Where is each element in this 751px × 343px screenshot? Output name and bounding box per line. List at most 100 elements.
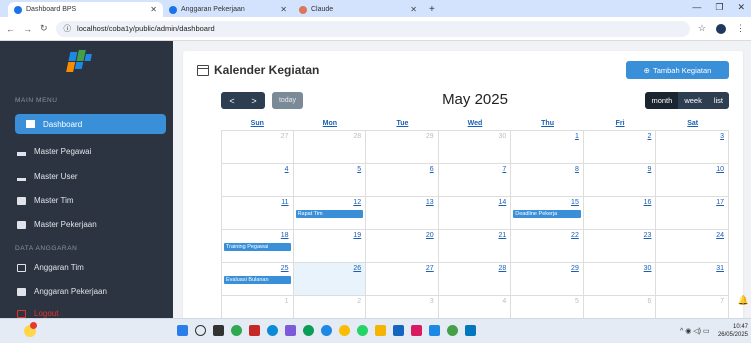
day-cell[interactable]: 27 [366,263,439,295]
add-activity-button[interactable]: ⊕ Tambah Kegiatan [626,61,729,79]
browser-tab-anggaran[interactable]: Anggaran Pekerjaan ✕ [163,2,293,17]
day-cell[interactable]: 1 [511,131,584,163]
app-icon[interactable] [303,325,314,336]
notification-bell-icon[interactable]: 🔔 [738,295,749,306]
sidebar-item-dashboard[interactable]: Dashboard [15,114,166,134]
browser-menu-icon[interactable]: ⋮ [736,23,745,34]
day-cell[interactable]: 6 [366,164,439,196]
event-rapat-tim[interactable]: Rapat Tim [295,210,364,218]
day-cell[interactable]: 30 [584,263,657,295]
day-cell[interactable]: 3 [366,296,439,318]
day-cell[interactable]: 20 [366,230,439,262]
day-cell[interactable]: 18 Training Pegawai [221,230,294,262]
day-cell-today[interactable]: 26 [293,263,367,295]
sidebar-item-logout[interactable]: Logout [17,309,58,318]
day-number[interactable]: 17 [716,199,724,206]
file-explorer-icon[interactable] [375,325,386,336]
start-icon[interactable] [177,325,188,336]
reload-icon[interactable]: ↻ [40,23,48,34]
day-cell[interactable]: 31 [656,263,729,295]
sidebar-item-anggaran-tim[interactable]: Anggaran Tim [17,263,84,272]
task-view-icon[interactable] [213,325,224,336]
tab-close-icon[interactable]: ✕ [280,5,287,14]
sidebar-item-master-pegawai[interactable]: Master Pegawai [17,147,91,156]
day-number[interactable]: 27 [426,265,434,272]
day-cell[interactable]: 30 [439,131,512,163]
tab-close-icon[interactable]: ✕ [150,5,157,14]
day-cell[interactable]: 1 [221,296,294,318]
day-number[interactable]: 3 [720,133,724,140]
view-list-button[interactable]: list [707,92,729,109]
day-cell[interactable]: 12 Rapat Tim [294,197,367,229]
day-number[interactable]: 4 [285,166,289,173]
whatsapp-icon[interactable] [357,325,368,336]
day-cell[interactable]: 4 [439,296,512,318]
prev-month-button[interactable]: < [221,92,243,109]
day-number[interactable]: 1 [575,133,579,140]
day-number[interactable]: 13 [426,199,434,206]
view-month-button[interactable]: month [645,92,679,109]
day-number[interactable]: 29 [571,265,579,272]
day-number[interactable]: 11 [281,199,288,206]
day-cell[interactable]: 7 [656,296,729,318]
day-cell[interactable]: 22 [511,230,584,262]
day-cell[interactable]: 2 [294,296,367,318]
day-cell[interactable]: 29 [511,263,584,295]
day-number[interactable]: 31 [716,265,724,272]
app-icon[interactable] [285,325,296,336]
sidebar-item-anggaran-pekerjaan[interactable]: Anggaran Pekerjaan [17,287,107,296]
profile-avatar[interactable] [716,23,726,34]
day-number[interactable]: 6 [430,166,434,173]
day-cell[interactable]: 5 [511,296,584,318]
sidebar-item-master-tim[interactable]: Master Tim [17,196,74,205]
day-number[interactable]: 26 [353,265,361,272]
day-cell[interactable]: 21 [439,230,512,262]
day-number[interactable]: 8 [575,166,579,173]
day-cell[interactable]: 19 [294,230,367,262]
event-deadline-pekerjaan[interactable]: Deadline Pekerja [513,210,581,218]
day-number[interactable]: 14 [498,199,506,206]
day-cell[interactable]: 28 [294,131,367,163]
chrome-icon[interactable] [339,325,350,336]
day-number[interactable]: 22 [571,232,579,239]
edge-icon[interactable] [267,325,278,336]
day-number[interactable]: 2 [648,133,652,140]
day-cell[interactable]: 13 [366,197,439,229]
view-week-button[interactable]: week [678,92,708,109]
day-cell[interactable]: 7 [439,164,512,196]
day-cell[interactable]: 4 [221,164,294,196]
site-info-icon[interactable]: ⓘ [64,23,72,34]
next-month-button[interactable]: > [243,92,265,109]
day-number[interactable]: 5 [357,166,361,173]
url-field[interactable]: ⓘ localhost/coba1y/public/admin/dashboar… [55,20,690,37]
app-icon[interactable] [411,325,422,336]
forward-icon[interactable]: → [23,24,32,34]
event-evaluasi-bulanan[interactable]: Evaluasi Bulanan [224,276,291,284]
day-number[interactable]: 9 [648,166,652,173]
vscode-icon[interactable] [429,325,440,336]
day-cell[interactable]: 9 [584,164,657,196]
day-cell[interactable]: 15 Deadline Pekerja [511,197,584,229]
search-icon[interactable] [195,325,206,336]
browser-tab-dashboard[interactable]: Dashboard BPS ✕ [8,2,163,17]
day-number[interactable]: 15 [571,199,579,206]
back-icon[interactable]: ← [6,24,15,34]
app-icon[interactable] [321,325,332,336]
day-cell[interactable]: 24 [656,230,729,262]
app-icon[interactable] [465,325,476,336]
day-number[interactable]: 24 [716,232,724,239]
day-cell[interactable]: 28 [439,263,512,295]
day-number[interactable]: 12 [353,199,361,206]
bookmark-star-icon[interactable]: ☆ [698,23,706,34]
day-number[interactable]: 19 [353,232,361,239]
sidebar-item-master-pekerjaan[interactable]: Master Pekerjaan [17,220,97,229]
window-close-icon[interactable]: ✕ [737,2,745,13]
day-number[interactable]: 21 [498,232,506,239]
day-cell[interactable]: 5 [294,164,367,196]
day-number[interactable]: 16 [644,199,652,206]
day-number[interactable]: 23 [644,232,652,239]
day-cell[interactable]: 23 [584,230,657,262]
day-number[interactable]: 25 [281,265,289,272]
day-number[interactable]: 20 [426,232,434,239]
day-cell[interactable]: 3 [656,131,729,163]
